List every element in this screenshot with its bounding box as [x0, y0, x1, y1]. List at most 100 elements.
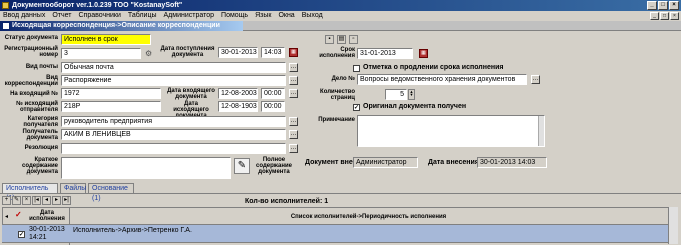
recipient-field[interactable]: АКИМ В ЛЕНИВЦЕВ — [61, 129, 286, 140]
time-in-field[interactable]: 14:03 — [261, 47, 285, 58]
category-pick-icon[interactable]: … — [289, 117, 298, 126]
grid-scrollbar[interactable] — [668, 207, 678, 244]
document-edit-icon[interactable]: ✎ — [234, 158, 250, 174]
original-checkbox[interactable]: ✓ — [353, 104, 360, 111]
autonumber-icon[interactable]: ⚙ — [145, 49, 155, 59]
row-time: 14:21 — [29, 234, 47, 241]
mail-pick-icon[interactable]: … — [289, 63, 298, 72]
menu-item-tables[interactable]: Таблицы — [128, 11, 157, 21]
resolution-field[interactable] — [61, 143, 286, 154]
mail-label: Вид почты — [25, 64, 58, 70]
date-outgoing-field[interactable]: 12-08-1903 — [218, 101, 258, 112]
time-outgoing-field[interactable]: 00:00 — [261, 101, 285, 112]
next-record-icon[interactable]: ▸ — [52, 196, 61, 205]
pages-spinner-icon[interactable]: ▲ ▼ — [408, 89, 415, 100]
author-label: Документ внес — [305, 159, 357, 166]
entry-date-field: 30-01-2013 14:03 — [477, 157, 547, 168]
app-icon — [2, 2, 9, 9]
add-row-icon[interactable]: + — [2, 196, 11, 205]
delete-icon[interactable]: ▫ — [349, 35, 358, 44]
resolution-label: Резолюция — [24, 145, 58, 151]
regnum-field[interactable]: 3 — [61, 48, 141, 59]
recipient-pick-icon[interactable]: … — [289, 130, 298, 139]
summary-field[interactable] — [61, 157, 231, 179]
executor-count: Кол-во исполнителей: 1 — [245, 198, 329, 205]
close-icon[interactable]: × — [669, 1, 679, 10]
maximize-icon[interactable]: □ — [658, 1, 668, 10]
select-marker-icon: ◂ — [5, 214, 9, 220]
date-incoming-label: Дата входящего документа — [167, 88, 215, 100]
menu-item-input[interactable]: Ввод данных — [3, 11, 45, 21]
row-checkbox[interactable]: ✓ — [18, 231, 25, 238]
recipient-label: Получатель документа — [22, 129, 59, 141]
grid-toolbar: + ✎ × |◂ ◂ ▸ ▸| — [2, 196, 71, 205]
menu-item-help[interactable]: Помощь — [221, 11, 248, 21]
delete-row-icon[interactable]: × — [22, 196, 31, 205]
innum-field[interactable]: 1972 — [61, 88, 161, 99]
date-incoming-field[interactable]: 12-08-2003 — [218, 88, 258, 99]
time-incoming-field[interactable]: 00:00 — [261, 88, 285, 99]
mail-field[interactable]: Обычная почта — [61, 62, 286, 73]
col-date-header[interactable]: Дата исполнения — [27, 210, 67, 222]
menu-item-directories[interactable]: Справочники — [79, 11, 121, 21]
author-field: Администратор — [353, 157, 418, 168]
calendar-icon[interactable]: ▦ — [289, 48, 298, 57]
mdi-minimize-icon[interactable]: _ — [650, 12, 659, 20]
save-icon[interactable]: ▪ — [325, 35, 334, 44]
tab-basis[interactable]: Основание (1) — [88, 183, 134, 202]
menu-item-admin[interactable]: Администратор — [164, 11, 215, 21]
date-in-field[interactable]: 30-01-2013 — [218, 47, 258, 58]
menu-item-exit[interactable]: Выход — [302, 11, 323, 21]
category-field[interactable]: руководитель предприятия — [61, 116, 286, 127]
innum-pick-icon[interactable]: … — [289, 89, 298, 98]
prev-record-icon[interactable]: ◂ — [42, 196, 51, 205]
extend-label: Отметка о продлении срока исполнения — [363, 64, 504, 71]
regnum-label: Регистрационный номер — [4, 46, 58, 58]
deadline-calendar-icon[interactable]: ▦ — [419, 49, 428, 58]
tab-executor[interactable]: Исполнитель (1) — [2, 183, 58, 202]
status-label: Статус документа — [4, 35, 58, 41]
edit-row-icon[interactable]: ✎ — [12, 196, 21, 205]
mdi-restore-icon[interactable]: □ — [660, 12, 669, 20]
note-scrollbar[interactable] — [538, 116, 544, 146]
date-in-label: Дата поступления документа — [160, 46, 215, 58]
window-title-bar: Документооборот ver.1.0.239 ТОО "Kostana… — [0, 0, 681, 11]
innum-label: На входящий № — [10, 91, 58, 97]
col-list-header[interactable]: Список исполнителей->Периодичность испол… — [70, 214, 667, 220]
case-pick-icon[interactable]: … — [531, 75, 540, 84]
full-content-label[interactable]: Полное содержание документа — [253, 157, 295, 175]
minimize-icon[interactable]: _ — [647, 1, 657, 10]
pages-label: Количество страниц — [320, 89, 355, 101]
tab-files[interactable]: Файлы — [60, 183, 86, 193]
note-field[interactable] — [357, 115, 545, 147]
summary-label: Краткое содержание документа — [22, 157, 58, 175]
last-record-icon[interactable]: ▸| — [62, 196, 71, 205]
mdi-controls: _ □ × — [650, 12, 679, 20]
deadline-label: Срок исполнения — [319, 47, 355, 59]
extend-checkbox[interactable] — [353, 65, 360, 72]
pages-field[interactable]: 5 — [385, 89, 407, 100]
outnum-field[interactable]: 218Р — [61, 101, 161, 112]
menu-bar: Ввод данных Отчет Справочники Таблицы Ад… — [0, 11, 681, 21]
original-label: Оригинал документа получен — [363, 103, 467, 110]
menu-item-language[interactable]: Язык — [255, 11, 271, 21]
case-field[interactable]: Вопросы ведомственного хранения документ… — [357, 74, 527, 85]
first-record-icon[interactable]: |◂ — [32, 196, 41, 205]
corr-field[interactable]: Распоряжение — [61, 75, 286, 86]
form-icon — [2, 22, 10, 30]
row-executor-text: Исполнитель->Архив->Петренко Г.А. — [73, 227, 192, 234]
menu-item-windows[interactable]: Окна — [278, 11, 294, 21]
corr-label: Вид корреспонденции — [4, 75, 58, 87]
resolution-pick-icon[interactable]: … — [289, 144, 298, 153]
window-title: Документооборот ver.1.0.239 ТОО "Kostana… — [12, 2, 183, 9]
status-field: Исполнен в срок — [61, 34, 151, 45]
deadline-field[interactable]: 31-01-2013 — [357, 48, 413, 59]
menu-item-report[interactable]: Отчет — [52, 11, 71, 21]
corr-pick-icon[interactable]: … — [289, 76, 298, 85]
entry-date-label: Дата внесения — [428, 159, 479, 166]
mdi-close-icon[interactable]: × — [670, 12, 679, 20]
case-label: Дело № — [331, 76, 355, 82]
row-date: 30-01-2013 — [29, 226, 65, 233]
print-icon[interactable]: ▤ — [337, 35, 346, 44]
category-label: Категория получателя — [23, 116, 58, 128]
